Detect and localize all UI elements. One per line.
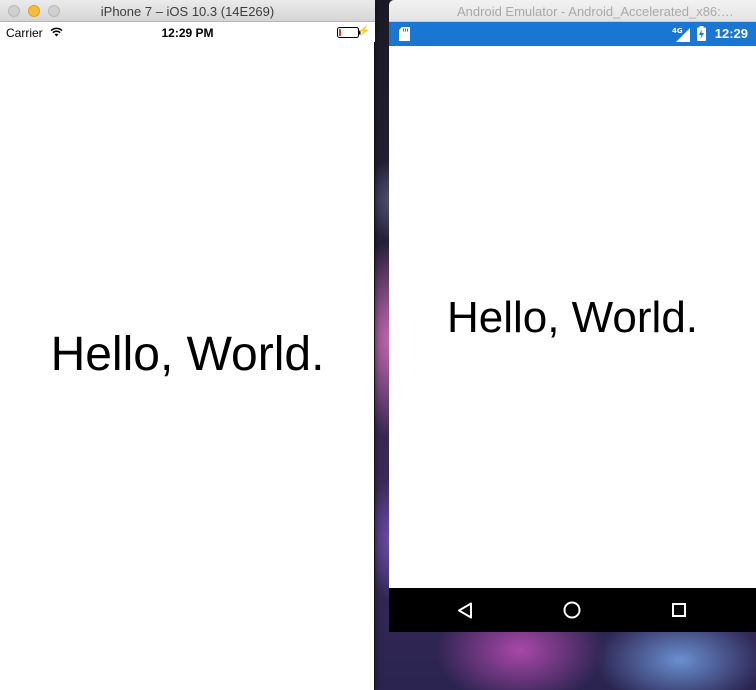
ios-status-bar: Carrier 12:29 PM ⚡ [0, 22, 375, 42]
back-button[interactable] [453, 598, 477, 622]
back-icon [458, 602, 472, 618]
recent-apps-button[interactable] [667, 598, 691, 622]
battery-charging-icon [697, 26, 706, 41]
recent-apps-icon [672, 603, 686, 617]
ios-simulator-window: iPhone 7 – iOS 10.3 (14E269) Carrier 12:… [0, 0, 375, 690]
android-navigation-bar [389, 588, 756, 632]
android-status-bar: 4G 12:29 [389, 22, 756, 46]
home-button[interactable] [560, 598, 584, 622]
ios-hello-label: Hello, World. [50, 328, 325, 381]
android-clock: 12:29 [714, 26, 748, 41]
charging-bolt-icon: ⚡ [357, 26, 370, 37]
ios-clock: 12:29 PM [161, 26, 214, 40]
ios-window-title: iPhone 7 – iOS 10.3 (14E269) [100, 4, 275, 19]
android-hello-label: Hello, World. [446, 293, 699, 342]
android-window-titlebar[interactable]: Android Emulator - Android_Accelerated_x… [389, 0, 756, 22]
network-type-label: 4G [672, 27, 683, 35]
sd-card-icon [399, 27, 410, 41]
android-emulator-screen: 4G 12:29 Hello, World. [389, 22, 756, 632]
ios-window-titlebar[interactable]: iPhone 7 – iOS 10.3 (14E269) [0, 0, 375, 22]
android-window-title: Android Emulator - Android_Accelerated_x… [457, 4, 734, 19]
signal-4g-icon: 4G [672, 27, 690, 42]
home-icon [563, 601, 581, 619]
